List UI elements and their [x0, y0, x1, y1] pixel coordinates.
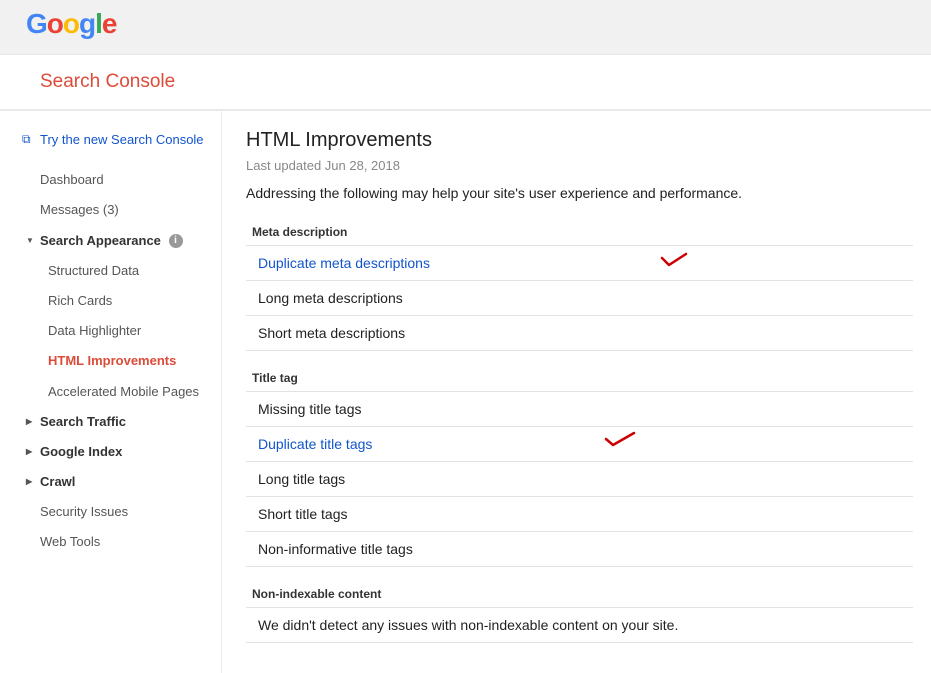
page-title: HTML Improvements [246, 129, 913, 152]
try-new-label: Try the new Search Console [40, 132, 204, 147]
row-short-meta-descriptions[interactable]: Short meta descriptions [246, 316, 913, 351]
annotation-checkmark-icon [660, 252, 688, 270]
category-title-tag: Title tag [246, 365, 913, 392]
sidebar-item-web-tools[interactable]: Web Tools [0, 527, 221, 557]
row-short-title-tags[interactable]: Short title tags [246, 497, 913, 532]
caret-right-icon [26, 415, 32, 428]
brand-bar: Search Console [0, 55, 931, 110]
sidebar-section-google-index[interactable]: Google Index [0, 437, 221, 467]
sidebar-item-messages[interactable]: Messages (3) [0, 195, 221, 225]
sidebar-item-amp[interactable]: Accelerated Mobile Pages [0, 377, 221, 407]
sidebar-item-dashboard[interactable]: Dashboard [0, 165, 221, 195]
sidebar-item-rich-cards[interactable]: Rich Cards [0, 286, 221, 316]
row-duplicate-title-tags[interactable]: Duplicate title tags [246, 427, 913, 462]
sidebar-item-data-highlighter[interactable]: Data Highlighter [0, 316, 221, 346]
row-non-informative-title-tags[interactable]: Non-informative title tags [246, 532, 913, 567]
row-long-title-tags[interactable]: Long title tags [246, 462, 913, 497]
top-bar: Google [0, 0, 931, 55]
row-non-indexable-message: We didn't detect any issues with non-ind… [246, 608, 913, 643]
annotation-checkmark-icon [604, 431, 636, 449]
sidebar-section-search-appearance[interactable]: Search Appearance i [0, 226, 221, 256]
caret-right-icon [26, 475, 32, 488]
row-label: Duplicate meta descriptions [258, 255, 430, 271]
caret-down-icon [26, 234, 34, 247]
row-duplicate-meta-descriptions[interactable]: Duplicate meta descriptions [246, 246, 913, 281]
section-label: Crawl [40, 474, 75, 489]
google-logo: Google [26, 8, 116, 39]
row-label: Duplicate title tags [258, 436, 372, 452]
sidebar-section-crawl[interactable]: Crawl [0, 467, 221, 497]
section-label: Search Appearance [40, 233, 161, 248]
main-content: HTML Improvements Last updated Jun 28, 2… [222, 111, 931, 673]
last-updated: Last updated Jun 28, 2018 [246, 158, 913, 173]
sidebar-item-structured-data[interactable]: Structured Data [0, 256, 221, 286]
row-missing-title-tags[interactable]: Missing title tags [246, 392, 913, 427]
sidebar: ⧉ Try the new Search Console Dashboard M… [0, 111, 222, 673]
try-new-console-link[interactable]: ⧉ Try the new Search Console [0, 125, 221, 155]
sidebar-item-html-improvements[interactable]: HTML Improvements [0, 346, 221, 376]
popout-icon: ⧉ [22, 131, 31, 148]
row-long-meta-descriptions[interactable]: Long meta descriptions [246, 281, 913, 316]
sidebar-item-security-issues[interactable]: Security Issues [0, 497, 221, 527]
intro-text: Addressing the following may help your s… [246, 185, 913, 201]
sidebar-section-search-traffic[interactable]: Search Traffic [0, 407, 221, 437]
section-label: Search Traffic [40, 414, 126, 429]
section-label: Google Index [40, 444, 122, 459]
info-icon[interactable]: i [169, 234, 183, 248]
caret-right-icon [26, 445, 32, 458]
category-non-indexable: Non-indexable content [246, 581, 913, 608]
category-meta-description: Meta description [246, 219, 913, 246]
product-title: Search Console [40, 71, 175, 92]
